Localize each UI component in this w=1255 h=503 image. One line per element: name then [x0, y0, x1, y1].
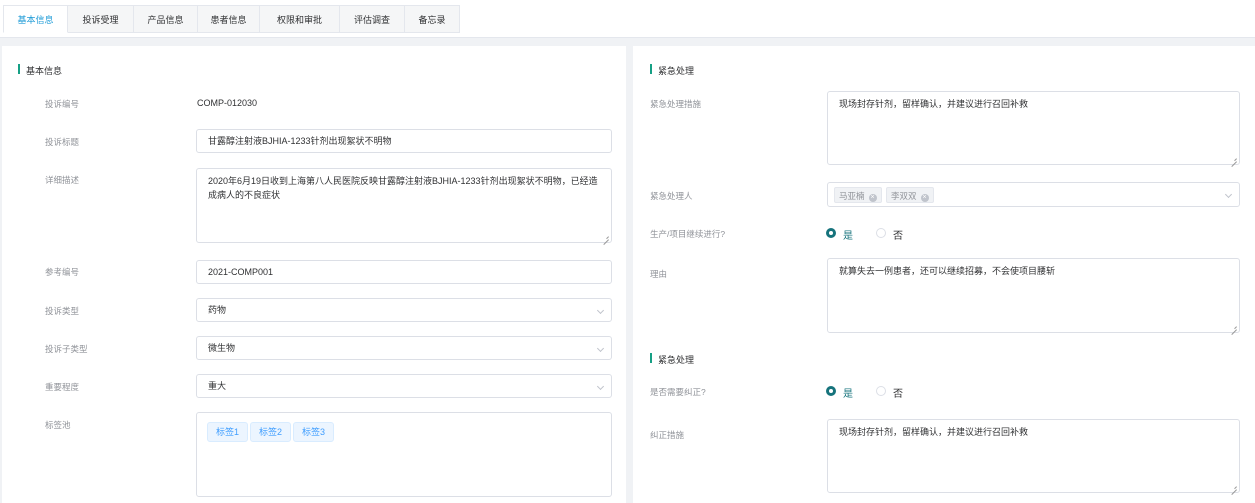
correction-yes-label[interactable]: 是: [843, 385, 853, 400]
emergency-measure-text: 现场封存针剂，留样确认，并建议进行召回补救: [839, 99, 1029, 109]
correction-measure-label: 纠正措施: [650, 430, 685, 440]
tag-pool-box[interactable]: 标签1 标签2 标签3: [196, 412, 612, 497]
correction-yes-radio[interactable]: [826, 386, 836, 396]
severity-value: 重大: [208, 381, 227, 391]
description-textarea[interactable]: 2020年6月19日收到上海第八人民医院反映甘露醇注射液BJHIA-1233针剂…: [196, 168, 612, 243]
correction-no-radio[interactable]: [876, 386, 886, 396]
emergency-handler-label: 紧急处理人: [650, 191, 693, 201]
description-label: 详细描述: [45, 175, 80, 185]
chevron-down-icon: [596, 344, 605, 353]
tab-memo[interactable]: 备忘录: [405, 5, 460, 33]
complaint-no-value: COMP-012030: [197, 98, 258, 108]
continue-yes-label[interactable]: 是: [843, 227, 853, 242]
section-title-basic-info: 基本信息: [18, 64, 62, 77]
chevron-down-icon: [596, 382, 605, 391]
tab-evaluation-investigation[interactable]: 评估调查: [340, 5, 405, 33]
chevron-down-icon: [1224, 190, 1233, 199]
tag-item[interactable]: 标签2: [250, 422, 292, 442]
close-circle-icon[interactable]: ×: [868, 194, 877, 202]
continue-no-radio[interactable]: [876, 228, 886, 238]
complaint-type-label: 投诉类型: [45, 306, 80, 316]
emergency-measure-textarea[interactable]: 现场封存针剂，留样确认，并建议进行召回补救: [827, 91, 1240, 165]
severity-label: 重要程度: [45, 382, 80, 392]
reason-label: 理由: [650, 269, 668, 279]
section-title-emergency: 紧急处理: [650, 64, 694, 77]
complaint-type-select[interactable]: 药物: [196, 298, 612, 322]
tab-complaint-acceptance[interactable]: 投诉受理: [68, 5, 134, 33]
resize-handle-icon[interactable]: [1230, 323, 1238, 331]
handler-chip-label: 李双双: [891, 191, 917, 201]
emergency-handler-select[interactable]: 马亚楠 × 李双双 ×: [827, 182, 1240, 207]
tab-bar: 基本信息 投诉受理 产品信息 患者信息 权限和审批 评估调查 备忘录: [0, 0, 1255, 38]
continue-label: 生产/项目继续进行?: [650, 229, 726, 239]
tab-product-info[interactable]: 产品信息: [134, 5, 198, 33]
handler-chip: 李双双 ×: [886, 187, 934, 203]
basic-info-panel: 基本信息 投诉编号 COMP-012030 投诉标题 甘露醇注射液BJHIA-1…: [2, 46, 626, 503]
resize-handle-icon[interactable]: [602, 233, 610, 241]
complaint-subtype-value: 微生物: [208, 343, 236, 353]
tag-pool-label: 标签池: [45, 420, 71, 430]
complaint-type-value: 药物: [208, 305, 227, 315]
complaint-title-label: 投诉标题: [45, 137, 80, 147]
tag-item[interactable]: 标签3: [293, 422, 335, 442]
complaint-subtype-label: 投诉子类型: [45, 344, 88, 354]
tab-permissions-approval[interactable]: 权限和审批: [260, 5, 340, 33]
correction-measure-text: 现场封存针剂，留样确认，并建议进行召回补救: [839, 427, 1029, 437]
close-circle-icon[interactable]: ×: [920, 194, 929, 202]
complaint-subtype-select[interactable]: 微生物: [196, 336, 612, 360]
reference-no-label: 参考编号: [45, 267, 80, 277]
reference-no-input[interactable]: 2021-COMP001: [196, 260, 612, 284]
continue-yes-radio[interactable]: [826, 228, 836, 238]
chevron-down-icon: [596, 306, 605, 315]
severity-select[interactable]: 重大: [196, 374, 612, 398]
emergency-measure-label: 紧急处理措施: [650, 99, 702, 109]
complaint-no-label: 投诉编号: [45, 99, 80, 109]
correction-no-label[interactable]: 否: [893, 385, 903, 400]
tag-item[interactable]: 标签1: [207, 422, 249, 442]
tab-patient-info[interactable]: 患者信息: [198, 5, 260, 33]
handler-chip-label: 马亚楠: [839, 191, 865, 201]
reason-text: 就算失去一例患者，还可以继续招募，不会使项目腰斩: [839, 266, 1056, 276]
handler-chip: 马亚楠 ×: [834, 187, 882, 203]
section-title-emergency-2: 紧急处理: [650, 353, 694, 366]
resize-handle-icon[interactable]: [1230, 483, 1238, 491]
tab-basic-info[interactable]: 基本信息: [3, 5, 68, 33]
description-text: 2020年6月19日收到上海第八人民医院反映甘露醇注射液BJHIA-1233针剂…: [208, 176, 598, 200]
complaint-title-input[interactable]: 甘露醇注射液BJHIA-1233针剂出现絮状不明物: [196, 129, 612, 153]
resize-handle-icon[interactable]: [1230, 155, 1238, 163]
correction-needed-label: 是否需要纠正?: [650, 387, 706, 397]
emergency-panel: 紧急处理 紧急处理措施 现场封存针剂，留样确认，并建议进行召回补救 紧急处理人 …: [633, 46, 1255, 503]
reason-textarea[interactable]: 就算失去一例患者，还可以继续招募，不会使项目腰斩: [827, 258, 1240, 333]
continue-no-label[interactable]: 否: [893, 227, 903, 242]
correction-measure-textarea[interactable]: 现场封存针剂，留样确认，并建议进行召回补救: [827, 419, 1240, 493]
